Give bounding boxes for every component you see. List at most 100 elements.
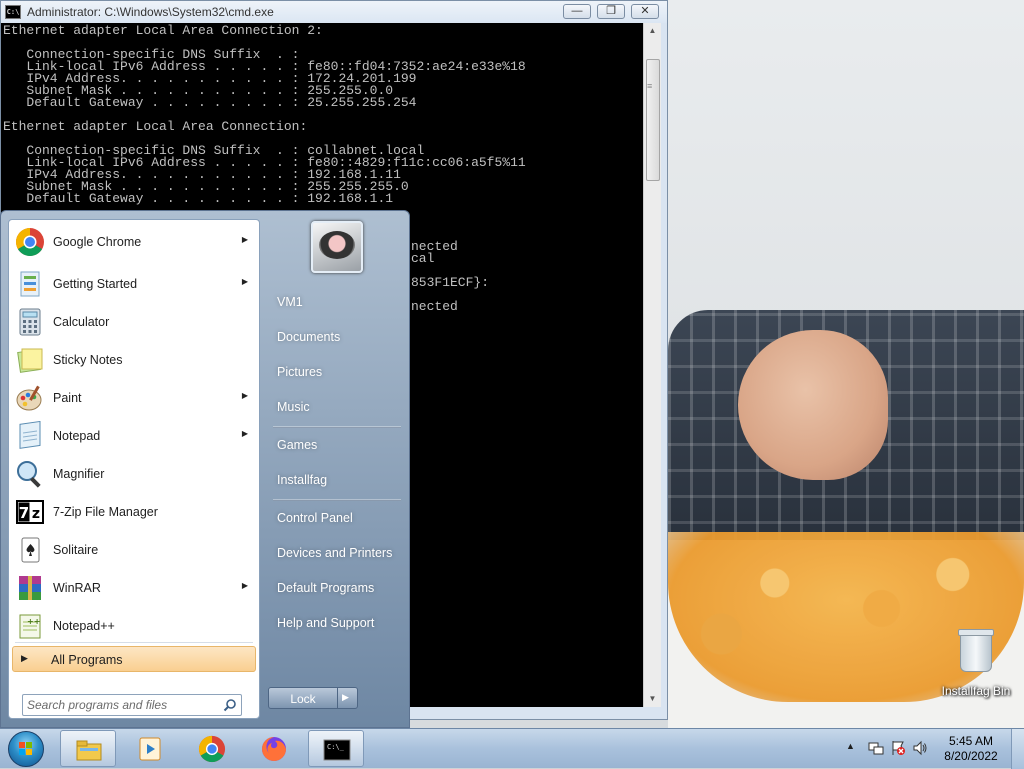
place-help-and-support[interactable]: Help and Support <box>277 616 374 630</box>
wallpaper-hand <box>738 330 888 480</box>
lock-divider <box>337 688 338 708</box>
search-box[interactable] <box>22 694 242 716</box>
scroll-down-arrow[interactable]: ▼ <box>644 691 661 707</box>
program-label: Magnifier <box>53 467 105 481</box>
vertical-scrollbar[interactable]: ▲ ≡ ▼ <box>643 23 661 707</box>
svg-text:z: z <box>32 506 40 522</box>
shutdown-options-arrow-icon[interactable]: ▶ <box>342 692 349 703</box>
program-winrar[interactable]: WinRAR ▶ <box>12 570 256 606</box>
taskbar-firefox[interactable] <box>246 730 302 767</box>
console-text: Ethernet adapter Local Area Connection 2… <box>3 23 526 206</box>
recycle-bin-label: Installfag Bin <box>941 684 1011 698</box>
submenu-arrow-icon: ▶ <box>241 391 248 400</box>
lock-label: Lock <box>290 692 316 706</box>
recycle-bin-icon <box>958 629 994 672</box>
explorer-icon <box>76 740 102 761</box>
chrome-icon <box>16 228 44 256</box>
place-default-programs[interactable]: Default Programs <box>277 581 374 595</box>
maximize-button[interactable]: ❐ <box>597 4 625 19</box>
windows-logo-icon <box>19 742 33 756</box>
scroll-grip-icon: ≡ <box>647 81 653 91</box>
show-hidden-icons-icon[interactable]: ▲ <box>846 741 855 751</box>
clock[interactable]: 5:45 AM 8/20/2022 <box>942 734 1000 764</box>
program-label: Google Chrome <box>53 235 142 249</box>
scroll-up-arrow[interactable]: ▲ <box>644 23 661 39</box>
place-control-panel[interactable]: Control Panel <box>277 511 353 525</box>
chrome-icon <box>198 735 226 763</box>
program-calculator[interactable]: Calculator <box>12 304 256 340</box>
place-vm1[interactable]: VM1 <box>277 295 303 309</box>
program-label: Getting Started <box>53 277 138 291</box>
paint-icon <box>16 385 42 411</box>
place-documents[interactable]: Documents <box>277 330 340 344</box>
program-magnifier[interactable]: Magnifier <box>12 456 256 492</box>
search-input[interactable] <box>27 697 217 713</box>
place-installfag[interactable]: Installfag <box>277 473 327 487</box>
show-desktop-button[interactable] <box>1011 729 1024 769</box>
program-label: Calculator <box>53 315 110 329</box>
program-solitaire[interactable]: Solitaire <box>12 532 256 568</box>
recycle-bin[interactable]: Installfag Bin <box>938 629 1014 698</box>
program-label: WinRAR <box>53 581 101 595</box>
7zip-icon: 7 z <box>16 500 44 524</box>
start-menu: Google Chrome ▶ Getting Started ▶ Calcul… <box>0 210 410 728</box>
place-music[interactable]: Music <box>277 400 310 414</box>
taskbar-chrome[interactable] <box>184 730 240 767</box>
minimize-button[interactable]: — <box>563 4 591 19</box>
calculator-icon <box>19 308 41 336</box>
scroll-thumb[interactable] <box>646 59 660 181</box>
program-label: Sticky Notes <box>53 353 123 367</box>
programs-pane: Google Chrome ▶ Getting Started ▶ Calcul… <box>8 219 260 719</box>
action-center-icon[interactable] <box>890 740 906 756</box>
user-avatar[interactable] <box>311 221 363 273</box>
solitaire-icon <box>21 537 40 563</box>
search-icon[interactable] <box>223 698 237 712</box>
program-notepad-plus-plus[interactable]: ++ Notepad++ <box>12 608 256 644</box>
console-tail-line: 853F1ECF}: <box>411 275 490 290</box>
program-paint[interactable]: Paint ▶ <box>12 380 256 416</box>
sticky-notes-icon <box>17 348 43 373</box>
getting-started-icon <box>20 271 40 297</box>
program-getting-started[interactable]: Getting Started ▶ <box>12 266 256 302</box>
place-devices-and-printers[interactable]: Devices and Printers <box>277 546 392 560</box>
taskbar-cmd[interactable]: C:\_ <box>308 730 364 767</box>
svg-text:++: ++ <box>27 617 40 626</box>
console-tail-line: nected <box>411 299 458 314</box>
places-separator <box>273 499 401 501</box>
cmd-app-icon[interactable]: C:\ <box>5 5 21 19</box>
program-sticky-notes[interactable]: Sticky Notes <box>12 342 256 378</box>
program-notepad[interactable]: Notepad ▶ <box>12 418 256 454</box>
volume-icon[interactable] <box>912 740 928 756</box>
program-label: 7-Zip File Manager <box>53 505 158 519</box>
program-label: Notepad++ <box>53 619 115 633</box>
firefox-icon <box>262 737 286 761</box>
close-button[interactable]: ✕ <box>631 4 659 19</box>
lock-button[interactable]: Lock ▶ <box>268 687 358 709</box>
places-separator <box>273 426 401 428</box>
submenu-arrow-icon: ▶ <box>241 429 248 438</box>
svg-text:7: 7 <box>19 504 29 522</box>
media-player-icon <box>139 737 161 761</box>
submenu-arrow-icon: ▶ <box>241 581 248 590</box>
notepad-icon <box>19 421 41 449</box>
clock-time: 5:45 AM <box>948 734 994 748</box>
place-games[interactable]: Games <box>277 438 317 452</box>
taskbar-explorer[interactable] <box>60 730 116 767</box>
svg-text:C:\_: C:\_ <box>327 743 345 751</box>
all-programs-button[interactable]: ▶ All Programs <box>12 646 256 672</box>
cmd-titlebar[interactable]: C:\ Administrator: C:\Windows\System32\c… <box>1 1 667 23</box>
system-tray: ▲ 5:45 AM 8/20/2022 <box>840 729 1024 769</box>
taskbar: C:\_ ▲ 5:45 AM 8/20/2022 <box>0 728 1024 769</box>
start-button[interactable] <box>8 731 44 767</box>
program-7zip[interactable]: 7 z 7-Zip File Manager <box>12 494 256 530</box>
cmd-icon: C:\_ <box>323 739 351 761</box>
network-icon[interactable] <box>868 740 884 756</box>
place-pictures[interactable]: Pictures <box>277 365 322 379</box>
program-label: Notepad <box>53 429 101 443</box>
program-google-chrome[interactable]: Google Chrome ▶ <box>12 224 256 260</box>
winrar-icon <box>19 576 41 600</box>
notepadpp-icon: ++ <box>19 614 41 639</box>
all-programs-label: All Programs <box>51 653 123 667</box>
places-pane: VM1 Documents Pictures Music Games Insta… <box>263 211 409 729</box>
taskbar-media-player[interactable] <box>122 730 178 767</box>
